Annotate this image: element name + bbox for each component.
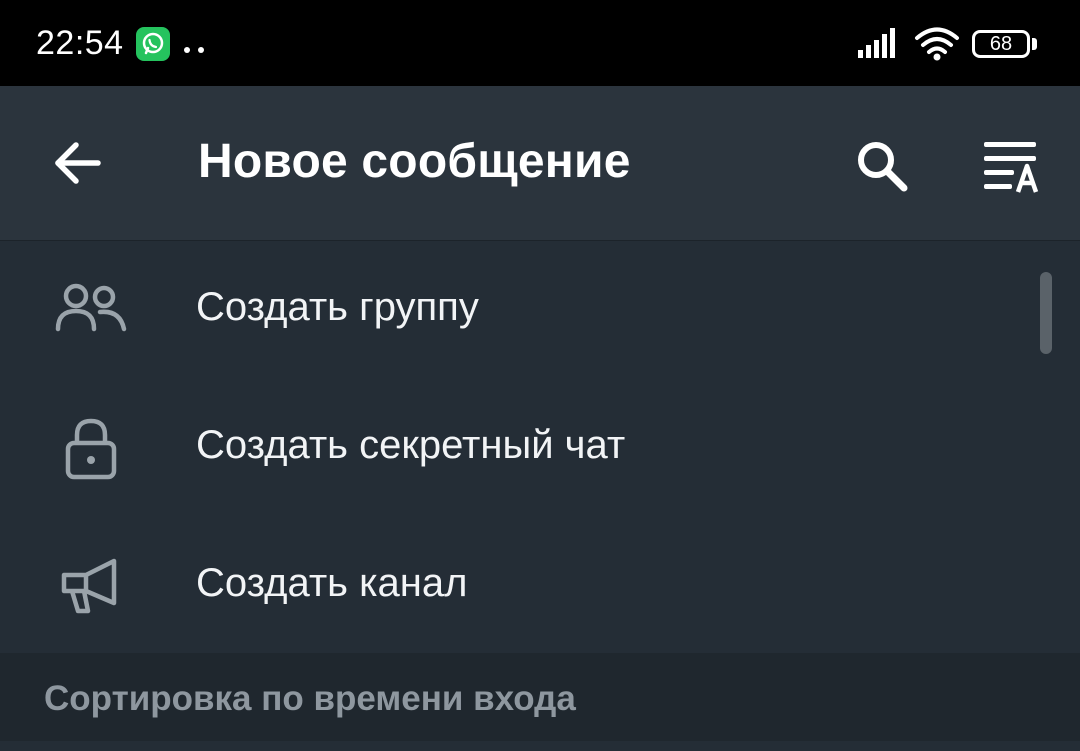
scrollbar[interactable] (1040, 272, 1052, 354)
page-title: Новое сообщение (198, 135, 631, 188)
whatsapp-notification-icon (136, 27, 170, 61)
new-message-menu: Создать группу Создать секретный чат Соз… (0, 241, 1080, 655)
cellular-signal-icon (858, 28, 900, 63)
search-icon (858, 142, 908, 192)
create-channel-item[interactable]: Создать канал (0, 517, 1080, 655)
list-continuation (0, 741, 1080, 751)
app-bar: Новое сообщение (0, 86, 1080, 241)
lock-icon (54, 415, 130, 481)
sort-alphabet-icon (984, 142, 1039, 193)
create-group-label: Создать группу (196, 285, 479, 329)
sort-button[interactable] (974, 132, 1050, 198)
status-time: 22:54 (36, 24, 124, 62)
battery-tip (1032, 38, 1037, 50)
create-secret-chat-item[interactable]: Создать секретный чат (0, 379, 1080, 517)
group-icon (54, 277, 130, 343)
battery-level: 68 (989, 33, 1013, 55)
status-bar: 22:54 68 (0, 0, 1080, 86)
megaphone-icon (54, 553, 130, 619)
sort-by-last-seen-label: Сортировка по времени входа (44, 679, 576, 718)
wifi-icon (914, 27, 960, 66)
section-header: Сортировка по времени входа (0, 653, 1080, 741)
battery-icon: 68 (972, 30, 1030, 58)
create-secret-chat-label: Создать секретный чат (196, 423, 626, 467)
more-notifications-icon (184, 40, 212, 58)
search-button[interactable] (848, 132, 914, 198)
back-button[interactable] (44, 128, 114, 198)
arrow-left-icon (55, 142, 101, 184)
create-group-item[interactable]: Создать группу (0, 241, 1080, 379)
create-channel-label: Создать канал (196, 561, 468, 605)
